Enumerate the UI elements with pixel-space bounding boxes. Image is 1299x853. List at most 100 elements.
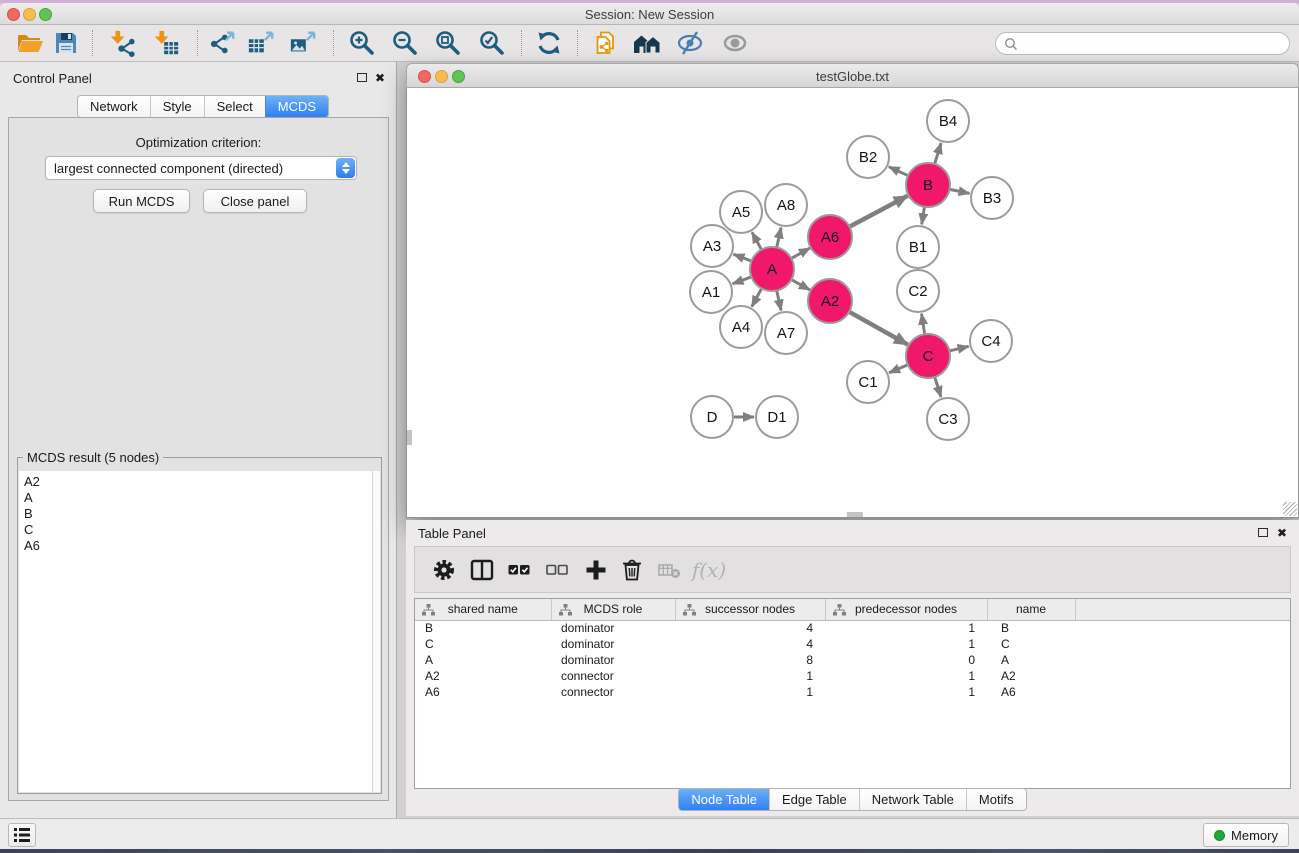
network-canvas[interactable]: B4B2BB3A5A8A6A3AB1A1A2C2A4A7C4CC1C3DD1 [406, 88, 1299, 518]
refresh-view-button[interactable] [532, 26, 566, 60]
window-resize-grip[interactable] [1283, 502, 1297, 516]
close-panel-icon[interactable]: ✖ [1277, 527, 1287, 539]
float-panel-icon[interactable] [357, 73, 367, 82]
graph-edge-B-B1[interactable] [922, 207, 925, 225]
graph-edge-A-A7[interactable] [777, 291, 781, 311]
graph-node-A3[interactable]: A3 [691, 225, 733, 267]
home-button[interactable] [630, 26, 664, 60]
show-column-button[interactable] [467, 555, 497, 585]
tab-mcds[interactable]: MCDS [265, 96, 328, 117]
graph-edge-A-A2[interactable] [791, 280, 810, 290]
tab-select[interactable]: Select [204, 96, 265, 117]
select-all-button[interactable] [504, 555, 534, 585]
hide-graphics-details-button[interactable] [673, 26, 707, 60]
graph-edge-C-C4[interactable] [949, 346, 968, 351]
graph-node-B[interactable]: B [906, 163, 950, 207]
graph-node-D1[interactable]: D1 [756, 396, 798, 438]
create-column-button[interactable] [581, 555, 611, 585]
graph-edge-B-B2[interactable] [889, 167, 908, 176]
graph-node-C4[interactable]: C4 [970, 320, 1012, 362]
column-header-shared-name[interactable]: shared name [415, 599, 551, 620]
graph-node-C3[interactable]: C3 [927, 398, 969, 440]
graph-node-A2[interactable]: A2 [808, 279, 852, 323]
graph-edge-C-C3[interactable] [935, 377, 941, 397]
graph-node-A8[interactable]: A8 [765, 184, 807, 226]
network-window-titlebar[interactable]: testGlobe.txt [406, 63, 1299, 88]
graph-node-A4[interactable]: A4 [720, 306, 762, 348]
graph-edge-C-C1[interactable] [889, 365, 908, 373]
graph-edge-A-A6[interactable] [791, 248, 810, 258]
graph-node-D[interactable]: D [691, 396, 733, 438]
graph-node-B3[interactable]: B3 [971, 177, 1013, 219]
table-row[interactable]: Adominator80A [415, 652, 1291, 668]
save-session-button[interactable] [49, 26, 83, 60]
mcds-result-item[interactable]: A6 [19, 538, 372, 554]
graph-edge-C-C2[interactable] [922, 314, 925, 335]
close-panel-icon[interactable]: ✖ [375, 72, 385, 84]
close-panel-button[interactable]: Close panel [203, 189, 307, 213]
graph-edge-A-A3[interactable] [734, 254, 752, 261]
graph-edge-A-A1[interactable] [733, 277, 752, 284]
show-panel-button[interactable] [718, 26, 752, 60]
tab-node-table[interactable]: Node Table [679, 789, 769, 810]
graph-node-C2[interactable]: C2 [897, 270, 939, 312]
import-network-button[interactable] [105, 26, 139, 60]
import-table-button[interactable] [149, 26, 183, 60]
tab-motifs[interactable]: Motifs [966, 789, 1026, 810]
graph-node-A[interactable]: A [750, 247, 794, 291]
export-image-button[interactable] [286, 26, 320, 60]
float-panel-icon[interactable] [1258, 528, 1268, 537]
column-header-predecessor-nodes[interactable]: predecessor nodes [825, 599, 987, 620]
vertical-scrollbar-thumb[interactable] [407, 430, 412, 445]
table-row[interactable]: Bdominator41B [415, 620, 1291, 636]
export-network-button[interactable] [205, 26, 239, 60]
graph-edge-A-A5[interactable] [752, 232, 762, 250]
column-header-name[interactable]: name [987, 599, 1075, 620]
table-settings-button[interactable] [429, 555, 459, 585]
task-history-button[interactable] [8, 823, 36, 847]
graph-edge-A6-B[interactable] [849, 196, 907, 227]
graph-edge-B-B4[interactable] [935, 143, 942, 164]
graph-node-A1[interactable]: A1 [690, 271, 732, 313]
zoom-selected-button[interactable] [475, 26, 509, 60]
mcds-result-item[interactable]: A2 [19, 474, 372, 490]
delete-table-button-disabled[interactable] [654, 555, 684, 585]
mcds-result-item[interactable]: C [19, 522, 372, 538]
zoom-out-button[interactable] [388, 26, 422, 60]
graph-node-A5[interactable]: A5 [720, 191, 762, 233]
graph-edge-A2-C[interactable] [849, 312, 908, 345]
zoom-fit-button[interactable] [431, 26, 465, 60]
tab-style[interactable]: Style [150, 96, 204, 117]
mcds-result-item[interactable]: B [19, 506, 372, 522]
graph-edge-A-A4[interactable] [752, 288, 762, 306]
graph-node-B4[interactable]: B4 [927, 100, 969, 142]
graph-edge-B-B3[interactable] [950, 189, 970, 193]
graph-node-B1[interactable]: B1 [897, 226, 939, 268]
mcds-result-item[interactable]: A [19, 490, 372, 506]
deselect-all-button[interactable] [542, 555, 572, 585]
table-row[interactable]: A6connector11A6 [415, 684, 1291, 700]
function-builder-button-disabled[interactable]: f(x) [687, 555, 731, 585]
memory-button[interactable]: Memory [1203, 823, 1289, 847]
graph-node-A6[interactable]: A6 [808, 215, 852, 259]
table-row[interactable]: Cdominator41C [415, 636, 1291, 652]
export-table-button[interactable] [244, 26, 278, 60]
table-row[interactable]: A2connector11A2 [415, 668, 1291, 684]
horizontal-scrollbar-thumb[interactable] [847, 512, 863, 517]
new-network-from-selection-button[interactable] [590, 26, 624, 60]
network-graph[interactable]: B4B2BB3A5A8A6A3AB1A1A2C2A4A7C4CC1C3DD1 [407, 88, 1298, 516]
run-mcds-button[interactable]: Run MCDS [93, 189, 190, 213]
graph-node-A7[interactable]: A7 [765, 312, 807, 354]
search-input[interactable] [995, 32, 1290, 55]
column-header-successor-nodes[interactable]: successor nodes [675, 599, 825, 620]
graph-edge-A-A8[interactable] [777, 228, 781, 248]
scrollbar-track[interactable] [372, 471, 380, 792]
tab-network[interactable]: Network [78, 96, 150, 117]
column-header-mcds-role[interactable]: MCDS role [551, 599, 675, 620]
open-session-button[interactable] [13, 26, 47, 60]
graph-node-C1[interactable]: C1 [847, 361, 889, 403]
graph-node-B2[interactable]: B2 [847, 136, 889, 178]
tab-network-table[interactable]: Network Table [859, 789, 966, 810]
delete-columns-button[interactable] [617, 555, 647, 585]
tab-edge-table[interactable]: Edge Table [769, 789, 859, 810]
